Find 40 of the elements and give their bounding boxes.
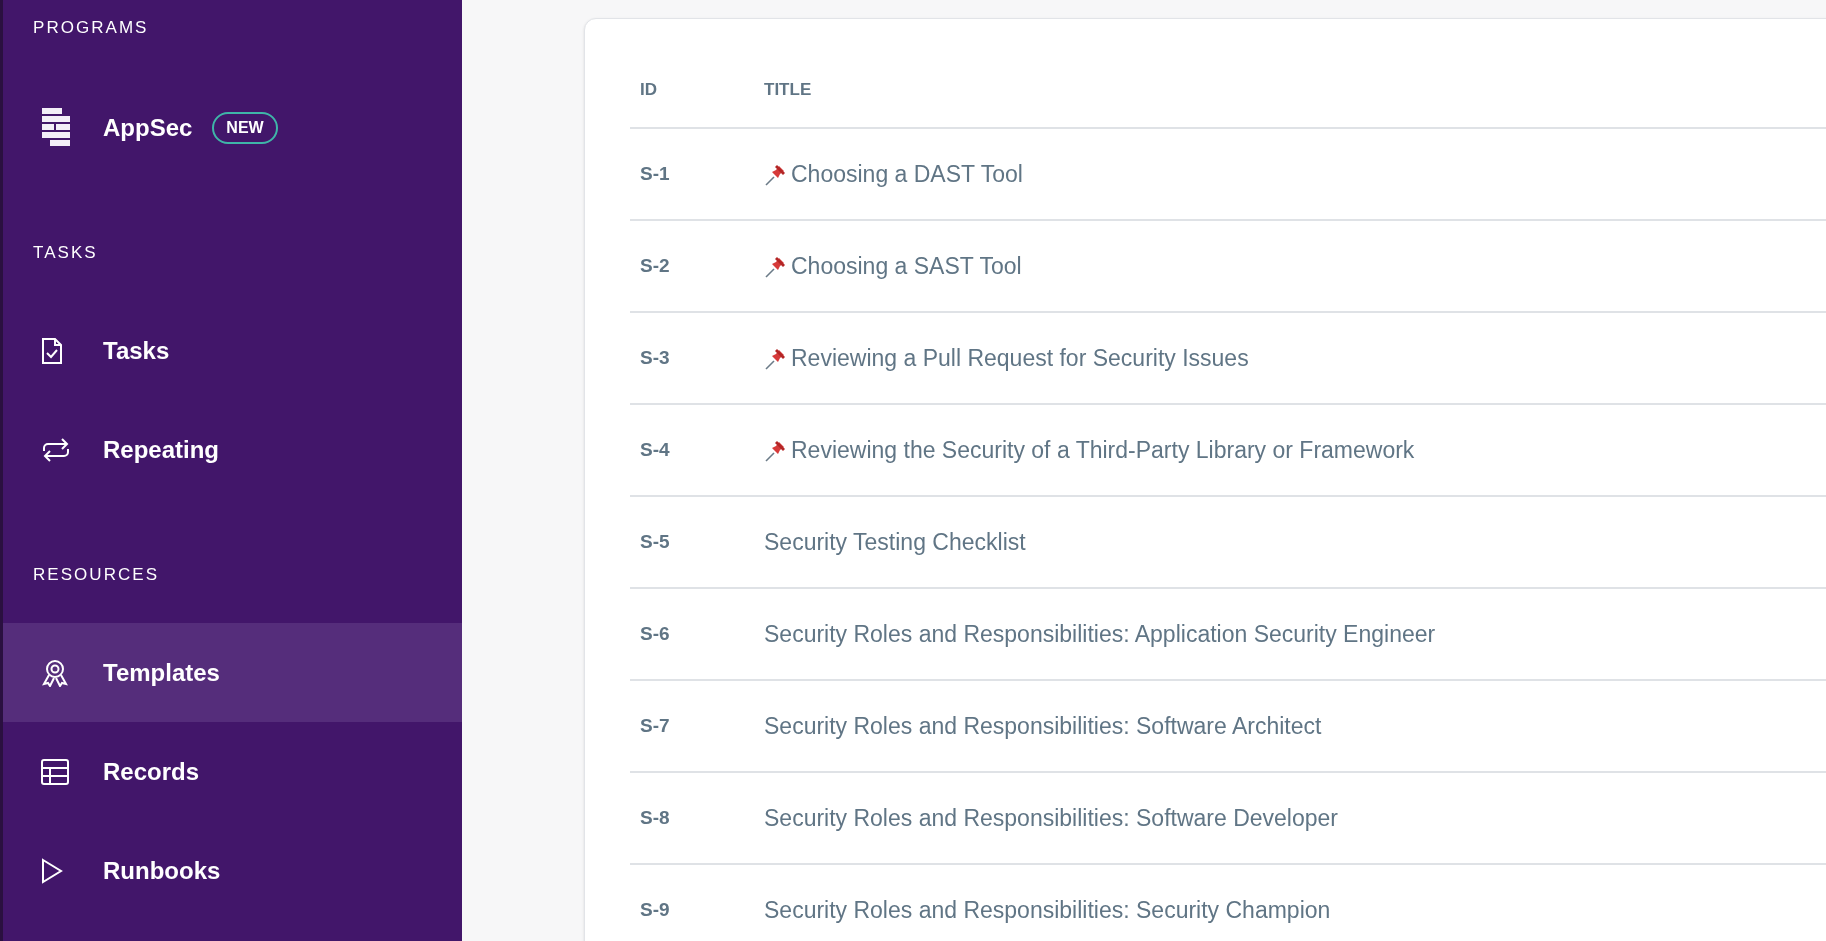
template-title-link[interactable]: Reviewing the Security of a Third-Party Library or Framework: [764, 432, 1415, 468]
template-title-link[interactable]: Choosing a DAST Tool: [764, 156, 1023, 192]
table-icon: [41, 758, 69, 785]
pushpin-icon: [764, 254, 788, 278]
template-title-link[interactable]: Security Roles and Responsibilities: Security Champion: [764, 892, 1331, 928]
id-cell-text: S-7: [639, 713, 671, 738]
nav-item[interactable]: Records: [3, 722, 462, 821]
template-title-link[interactable]: Security Roles and Responsibilities: Software Developer: [764, 800, 1338, 836]
pushpin-icon: [764, 162, 788, 186]
template-title-link[interactable]: Choosing a SAST Tool: [764, 248, 1022, 284]
id-cell-text: S-4: [639, 437, 671, 462]
template-title-link[interactable]: Security Roles and Responsibilities: Application Security Engineer: [764, 616, 1436, 652]
section-heading: PROGRAMS: [32, 17, 150, 40]
id-cell-text: S-5: [639, 529, 671, 554]
pushpin-icon: [764, 438, 788, 462]
id-cell-text: S-6: [639, 621, 671, 646]
play-icon: [41, 857, 63, 884]
id-cell-text: S-8: [639, 805, 671, 830]
new-badge: NEW: [212, 111, 278, 144]
template-title-link[interactable]: Security Roles and Responsibilities: Software Architect: [764, 708, 1322, 744]
nav-item[interactable]: AppSec NEW: [3, 78, 462, 177]
id-cell-text: S-9: [639, 897, 671, 922]
id-cell-text: S-1: [639, 161, 671, 186]
column-header: ID: [639, 79, 658, 101]
id-cell-text: S-2: [639, 253, 671, 278]
nav-item[interactable]: Templates: [3, 623, 462, 722]
nav-item[interactable]: Tasks: [3, 301, 462, 400]
section-heading: TASKS: [32, 242, 99, 265]
award-ribbon-icon: [41, 658, 69, 687]
pushpin-icon: [764, 346, 788, 370]
id-cell-text: S-3: [639, 345, 671, 370]
nav-item[interactable]: Runbooks: [3, 821, 462, 920]
section-heading: RESOURCES: [32, 564, 161, 587]
template-title-link[interactable]: Security Testing Checklist: [764, 524, 1026, 560]
stack-icon: [41, 107, 71, 148]
nav-item[interactable]: Repeating: [3, 400, 462, 499]
repeat-icon: [41, 436, 71, 463]
column-header: TITLE: [764, 79, 812, 101]
checked-document-icon: [41, 336, 63, 365]
template-title-link[interactable]: Reviewing a Pull Request for Security Issues: [764, 340, 1249, 376]
